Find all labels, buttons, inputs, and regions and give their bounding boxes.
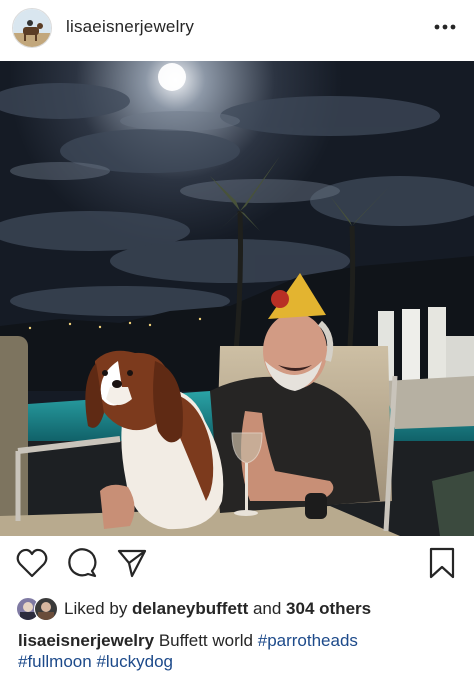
post-caption: lisaeisnerjewelry Buffett world #parroth… [18, 630, 458, 672]
liked-by-and: and [248, 599, 287, 618]
liked-by-prefix: Liked by [64, 599, 133, 618]
post-header: lisaeisnerjewelry [0, 0, 474, 56]
more-options-icon[interactable] [430, 14, 460, 40]
heart-icon[interactable] [14, 545, 50, 581]
profile-avatar[interactable] [12, 8, 52, 48]
likes-count-link[interactable]: 304 others [286, 599, 371, 619]
caption-text: Buffett world [154, 631, 258, 650]
post-username[interactable]: lisaeisnerjewelry [66, 17, 194, 37]
post-actions [0, 545, 474, 585]
comment-icon[interactable] [64, 545, 100, 581]
post-photo[interactable] [0, 61, 474, 536]
paper-plane-icon[interactable] [114, 545, 150, 581]
bookmark-icon[interactable] [424, 545, 460, 581]
caption-username[interactable]: lisaeisnerjewelry [18, 631, 154, 650]
hashtag-link[interactable]: #parrotheads [258, 631, 358, 650]
liker-avatar [34, 597, 58, 621]
hashtag-link[interactable]: #fullmoon [18, 652, 92, 671]
liked-by-username[interactable]: delaneybuffett [132, 599, 248, 619]
liker-avatars[interactable] [16, 597, 60, 621]
hashtag-link[interactable]: #luckydog [96, 652, 173, 671]
likes-row: Liked by delaneybuffett and 304 others [16, 596, 371, 622]
